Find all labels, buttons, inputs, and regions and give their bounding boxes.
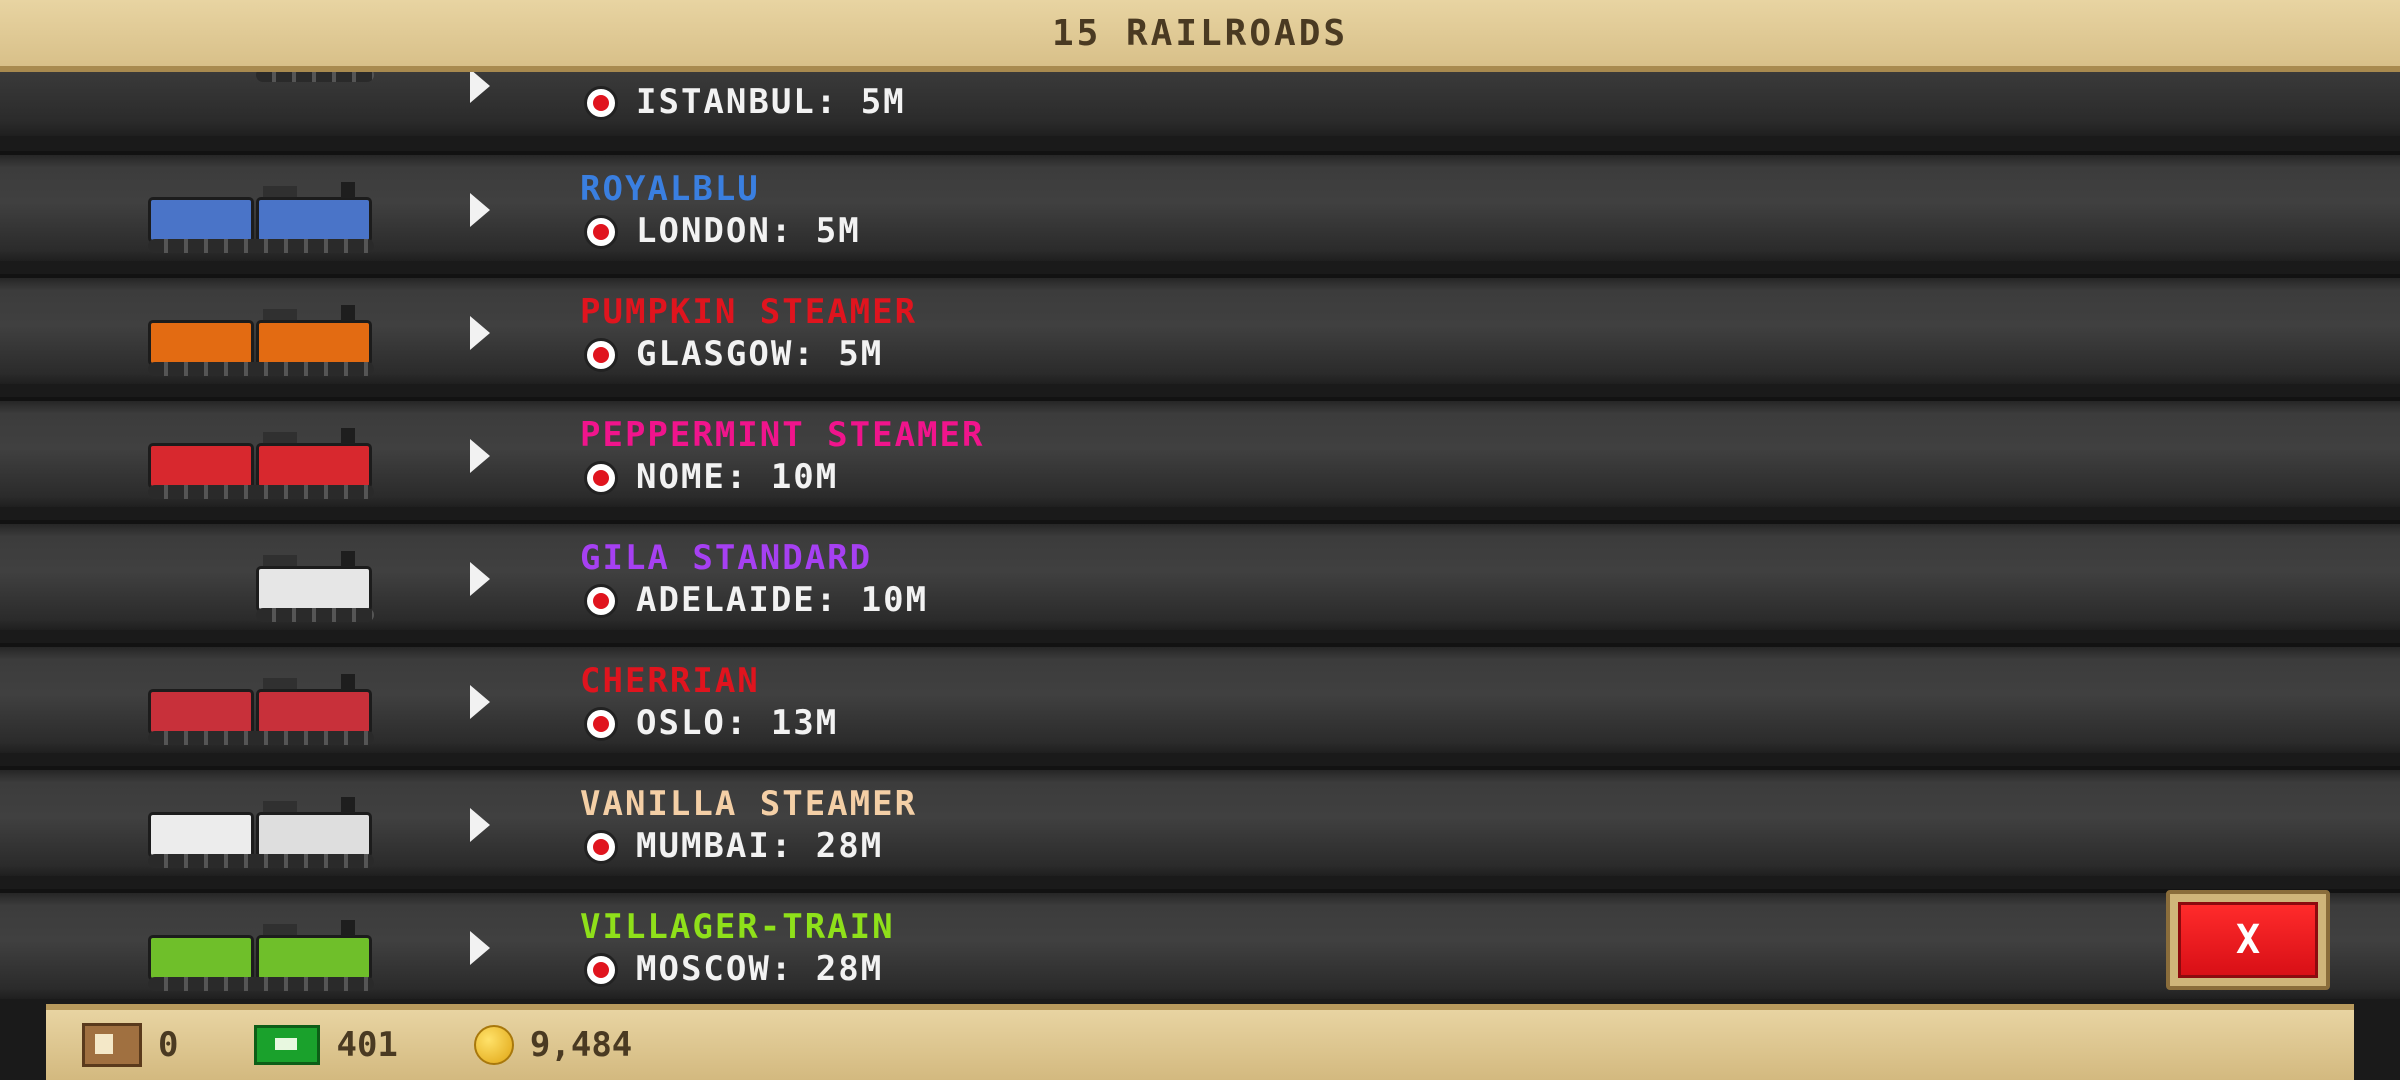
cash-stat: 401 — [254, 1025, 398, 1065]
cash-icon — [254, 1025, 321, 1065]
play-arrow-icon[interactable] — [470, 808, 490, 842]
locomotive-icon — [256, 674, 372, 735]
play-arrow-icon[interactable] — [470, 316, 490, 350]
railroad-name: CHERRIAN — [580, 661, 760, 701]
railroad-name: VILLAGER-TRAIN — [580, 907, 895, 947]
train-car-icon — [148, 320, 254, 366]
train-icon — [148, 302, 374, 378]
location-pin-icon — [584, 86, 618, 120]
train-car-icon — [148, 689, 254, 735]
location-pin-icon — [584, 215, 618, 249]
wheels-icon — [148, 485, 374, 499]
train-car-icon — [148, 197, 254, 243]
railroad-destination: GLASGOW: 5M — [636, 334, 884, 374]
railroad-row[interactable]: PEPPERMINT STEAMER NOME: 10M — [0, 397, 2400, 507]
location-pin-icon — [584, 584, 618, 618]
cash-count: 401 — [336, 1025, 398, 1065]
play-arrow-icon[interactable] — [470, 193, 490, 227]
play-arrow-icon[interactable] — [470, 439, 490, 473]
railroad-destination: MUMBAI: 28M — [636, 826, 884, 866]
wheels-icon — [148, 977, 374, 991]
railroad-name: PUMPKIN STEAMER — [580, 292, 918, 332]
railroad-name: PEPPERMINT STEAMER — [580, 415, 985, 455]
crates-stat: 0 — [82, 1023, 178, 1067]
railroad-destination: LONDON: 5M — [636, 211, 861, 251]
crate-icon — [82, 1023, 142, 1067]
railroad-name: ROYALBLU — [580, 169, 760, 209]
wheels-icon — [148, 362, 374, 376]
location-pin-icon — [584, 338, 618, 372]
close-button[interactable]: X — [2166, 890, 2330, 990]
play-arrow-icon[interactable] — [470, 931, 490, 965]
page-title: 15 RAILROADS — [1051, 12, 1349, 54]
locomotive-icon — [256, 920, 372, 981]
railroad-row[interactable]: PUMPKIN STEAMER GLASGOW: 5M — [0, 274, 2400, 384]
wheels-icon — [148, 239, 374, 253]
train-icon — [148, 179, 374, 255]
train-icon — [148, 425, 374, 501]
coin-icon — [473, 1025, 514, 1065]
crates-count: 0 — [158, 1025, 179, 1065]
railroad-row[interactable]: CHERRIAN OSLO: 13M — [0, 643, 2400, 753]
railroad-row[interactable]: ROYALBLU LONDON: 5M — [0, 151, 2400, 261]
location-pin-icon — [584, 461, 618, 495]
railroad-row[interactable]: VANILLA STEAMER MUMBAI: 28M — [0, 766, 2400, 876]
resource-bar: 0 401 9,484 — [46, 1004, 2354, 1080]
railroad-name: VANILLA STEAMER — [580, 784, 918, 824]
train-car-icon — [148, 812, 254, 858]
railroad-destination: ISTANBUL: 5M — [636, 82, 906, 122]
play-arrow-icon[interactable] — [470, 685, 490, 719]
locomotive-icon — [256, 428, 372, 489]
locomotive-icon — [256, 182, 372, 243]
railroad-row[interactable]: GILA STANDARD ADELAIDE: 10M — [0, 520, 2400, 630]
close-icon: X — [2178, 902, 2318, 978]
train-icon — [148, 548, 374, 624]
wheels-icon — [148, 854, 374, 868]
locomotive-icon — [256, 305, 372, 366]
play-arrow-icon[interactable] — [470, 69, 490, 103]
railroad-destination: ADELAIDE: 10M — [636, 580, 929, 620]
locomotive-icon — [256, 551, 372, 612]
train-icon — [148, 917, 374, 993]
train-car-icon — [148, 935, 254, 981]
railroad-destination: NOME: 10M — [636, 457, 839, 497]
location-pin-icon — [584, 953, 618, 987]
coins-stat: 9,484 — [473, 1025, 633, 1065]
location-pin-icon — [584, 707, 618, 741]
railroad-list[interactable]: ISTANBUL: 5M ROYALBLU LONDON: 5M PUMPKIN ST… — [0, 0, 2400, 1000]
train-icon — [148, 671, 374, 747]
railroad-name: GILA STANDARD — [580, 538, 873, 578]
locomotive-icon — [256, 797, 372, 858]
play-arrow-icon[interactable] — [470, 562, 490, 596]
train-car-icon — [148, 443, 254, 489]
header-bar: 15 RAILROADS — [0, 0, 2400, 72]
railroad-destination: OSLO: 13M — [636, 703, 839, 743]
train-icon — [148, 794, 374, 870]
railroad-destination: MOSCOW: 28M — [636, 949, 884, 989]
wheels-icon — [256, 608, 374, 622]
railroad-row[interactable]: VILLAGER-TRAIN MOSCOW: 28M — [0, 889, 2400, 999]
location-pin-icon — [584, 830, 618, 864]
wheels-icon — [148, 731, 374, 745]
coins-count: 9,484 — [529, 1025, 633, 1065]
